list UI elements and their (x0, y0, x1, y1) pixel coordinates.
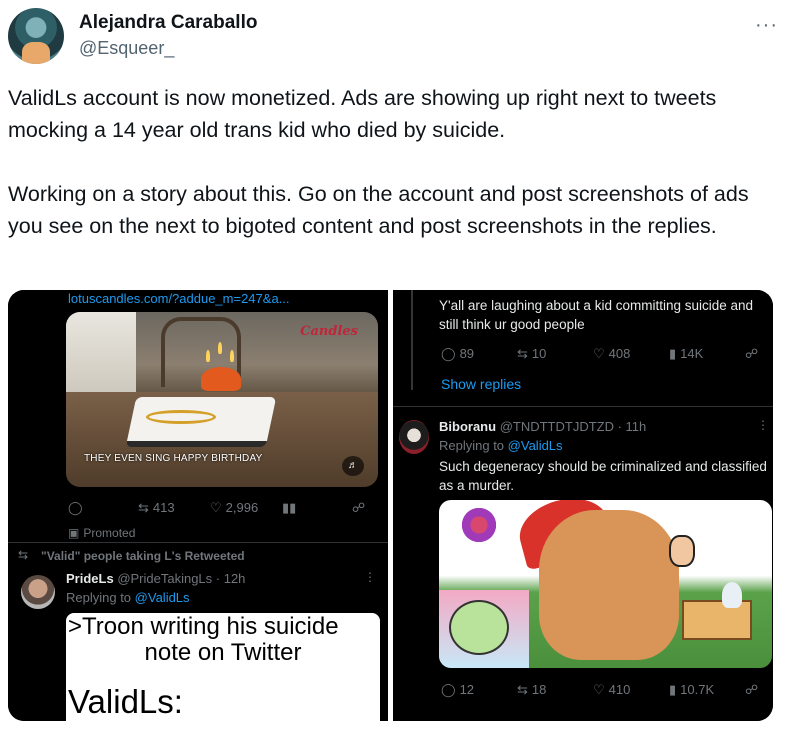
divider (393, 406, 773, 407)
prideLs-avatar[interactable] (21, 575, 55, 609)
promoted-label: ▣ Promoted (68, 526, 135, 540)
repost-count: 18 (531, 682, 547, 697)
repost-icon: ⇆ (517, 682, 528, 697)
reply-stat[interactable]: ◯ 12 (441, 682, 474, 698)
more-icon[interactable]: ⋮ (364, 570, 376, 584)
like-count: 2,996 (225, 500, 259, 515)
reply-icon: ◯ (441, 682, 456, 697)
more-icon[interactable]: ··· (755, 14, 778, 37)
repost-icon: ⇆ (18, 548, 29, 562)
repost-icon: ⇆ (517, 346, 528, 361)
like-stat[interactable]: ♡ 408 (593, 346, 630, 362)
replying-line: Replying to @ValidLs (66, 590, 190, 605)
ad-caption: THEY EVEN SING HAPPY BIRTHDAY (84, 453, 263, 464)
thread-line (411, 290, 413, 390)
replying-handle[interactable]: @ValidLs (508, 438, 563, 453)
volume-icon[interactable]: ♬ (342, 456, 364, 476)
prideLs-name[interactable]: PrideLs (66, 571, 114, 586)
cartoon-figure-decor (539, 510, 679, 660)
repost-icon: ⇆ (138, 500, 149, 515)
views-count: 14K (680, 346, 704, 361)
show-replies-link[interactable]: Show replies (441, 376, 521, 392)
ad-image[interactable]: Candles THEY EVEN SING HAPPY BIRTHDAY ♬ (66, 312, 378, 487)
meme-line-2: note on Twitter (144, 639, 302, 666)
biboranu-text: Such degeneracy should be criminalized a… (439, 459, 767, 493)
biboranu-handle[interactable]: @TNDTTDTJDTZD · 11h (500, 419, 647, 434)
replying-line: Replying to @ValidLs (439, 438, 563, 453)
repost-count: 10 (531, 346, 547, 361)
divider (8, 542, 388, 543)
ad-brand-logo: Candles (300, 324, 358, 339)
screenshot-right[interactable]: Y'all are laughing about a kid committin… (393, 290, 773, 721)
reply-count: 12 (459, 682, 475, 697)
share-icon[interactable]: ☍ (745, 682, 758, 698)
biboranu-avatar[interactable] (399, 420, 429, 454)
promoted-text: Promoted (83, 526, 136, 540)
author-name[interactable]: Alejandra Caraballo (79, 12, 257, 34)
views-count: 10.7K (680, 682, 715, 697)
ad-lotus-candle (201, 367, 241, 391)
like-icon: ♡ (210, 500, 222, 515)
like-stat[interactable]: ♡ 410 (593, 682, 630, 698)
prideLs-name-line[interactable]: PrideLs @PrideTakingLs · 12h (66, 571, 245, 586)
views-icon: ▮ (669, 682, 677, 697)
repost-stat[interactable]: ⇆ 413 (138, 500, 175, 516)
retweet-line[interactable]: "Valid" people taking L's Retweeted (41, 549, 245, 563)
more-icon[interactable]: ⋮ (757, 418, 769, 432)
top-stats-row: ◯ 89 ⇆ 10 ♡ 408 ▮ 14K ☍ (441, 346, 761, 362)
tweet-text: ValidLs account is now monetized. Ads ar… (8, 82, 778, 274)
replying-to-label: Replying to (439, 438, 505, 453)
repost-count: 413 (152, 500, 175, 515)
screenshot-left[interactable]: lotuscandles.com/?addue_m=247&a... Candl… (8, 290, 388, 721)
reply-icon: ◯ (441, 346, 456, 361)
meme-image[interactable]: >Troon writing his suicide note on Twitt… (66, 613, 380, 721)
meme-line-3: ValidLs: (68, 683, 183, 720)
author-handle[interactable]: @Esqueer_ (79, 38, 174, 59)
repost-stat[interactable]: ⇆ 10 (517, 346, 546, 362)
candle-flame (218, 342, 222, 354)
cartoon-face-decor (669, 535, 695, 567)
like-count: 408 (608, 346, 631, 361)
replying-to-label: Replying to (66, 590, 132, 605)
tweet-header: Alejandra Caraballo @Esqueer_ ··· (8, 8, 788, 68)
cartoon-flower-decor (459, 505, 499, 545)
views-stat[interactable]: ▮ 10.7K (669, 682, 714, 698)
views-icon: ▮ (669, 346, 677, 361)
share-icon[interactable]: ☍ (352, 500, 365, 516)
reply-stat[interactable]: ◯ 89 (441, 346, 474, 362)
biboranu-name-line[interactable]: Biboranu @TNDTTDTJDTZD · 11h (439, 419, 646, 434)
bottom-stats-row: ◯ 12 ⇆ 18 ♡ 410 ▮ 10.7K ☍ (441, 682, 761, 698)
meme-line-1: >Troon writing his suicide (68, 613, 339, 640)
tweet-paragraph-1: ValidLs account is now monetized. Ads ar… (8, 86, 717, 142)
replying-handle[interactable]: @ValidLs (135, 590, 190, 605)
candle-flame (230, 350, 234, 362)
biboranu-name[interactable]: Biboranu (439, 419, 496, 434)
views-icon[interactable]: ▮▮ (282, 500, 296, 516)
ad-cake-swirl (146, 410, 216, 424)
tweet-paragraph-2: Working on a story about this. Go on the… (8, 182, 749, 238)
author-avatar[interactable] (8, 8, 64, 64)
cartoon-image[interactable] (439, 500, 772, 668)
ad-stats-row: ◯ ⇆ 413 ♡ 2,996 ▮▮ ☍ (68, 500, 368, 516)
ad-link[interactable]: lotuscandles.com/?addue_m=247&a... (68, 291, 290, 306)
reply-icon[interactable]: ◯ (68, 500, 83, 516)
like-count: 410 (608, 682, 631, 697)
promoted-icon: ▣ (68, 526, 80, 540)
cartoon-head-decor (449, 600, 509, 655)
like-stat[interactable]: ♡ 2,996 (210, 500, 258, 516)
prideLs-handle[interactable]: @PrideTakingLs · 12h (117, 571, 245, 586)
views-stat[interactable]: ▮ 14K (669, 346, 703, 362)
cartoon-sandbox-decor (682, 600, 752, 640)
like-icon: ♡ (593, 682, 605, 697)
like-icon: ♡ (593, 346, 605, 361)
candle-flame (206, 350, 210, 362)
cartoon-ghost-decor (722, 582, 742, 608)
top-reply-text: Y'all are laughing about a kid committin… (439, 298, 754, 332)
tweet-media[interactable]: lotuscandles.com/?addue_m=247&a... Candl… (8, 290, 773, 721)
reply-count: 89 (459, 346, 475, 361)
share-icon[interactable]: ☍ (745, 346, 758, 362)
repost-stat[interactable]: ⇆ 18 (517, 682, 546, 698)
